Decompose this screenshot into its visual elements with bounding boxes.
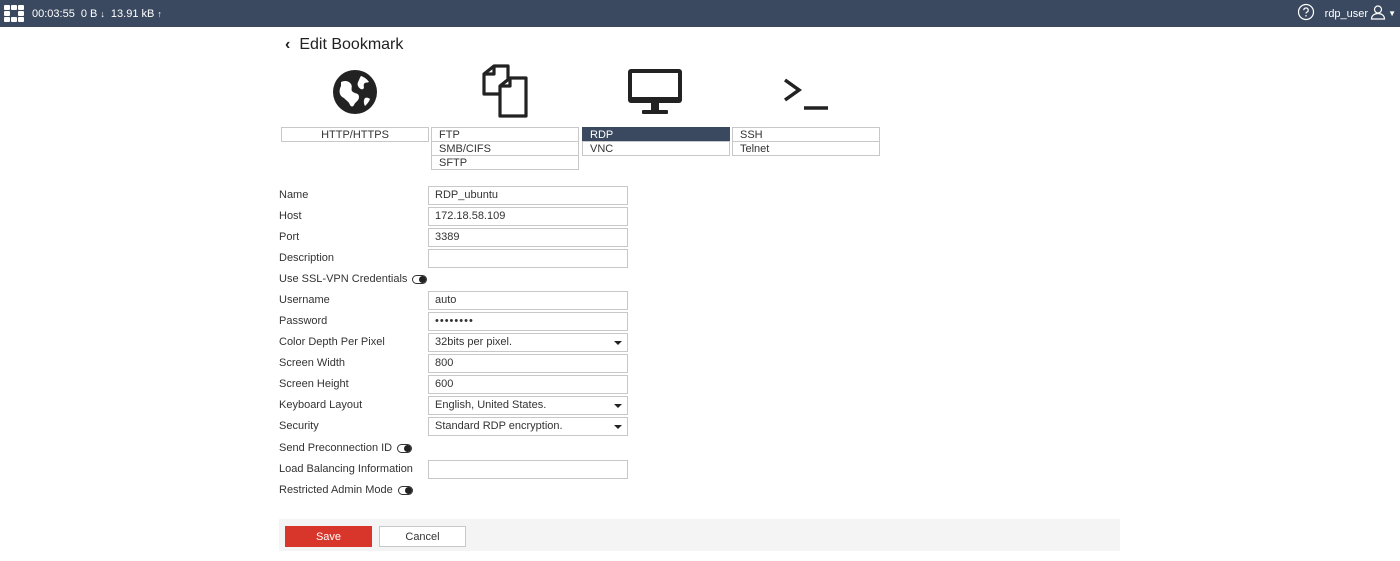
ssl-vpn-credentials-label: Use SSL-VPN Credentials bbox=[279, 273, 408, 285]
restricted-admin-row: Restricted Admin Mode bbox=[279, 481, 639, 501]
protocol-group-shell: SSH Telnet bbox=[732, 127, 880, 156]
security-label: Security bbox=[279, 420, 319, 432]
protocol-ssh[interactable]: SSH bbox=[732, 127, 880, 142]
name-row: Name RDP_ubuntu bbox=[279, 186, 639, 206]
load-balancing-label: Load Balancing Information bbox=[279, 463, 413, 475]
save-button[interactable]: Save bbox=[285, 526, 372, 547]
security-row: Security Standard RDP encryption. bbox=[279, 417, 639, 437]
preconnection-toggle[interactable] bbox=[397, 443, 413, 453]
name-label: Name bbox=[279, 189, 309, 201]
page-title: Edit Bookmark bbox=[299, 36, 404, 53]
globe-icon[interactable] bbox=[325, 62, 385, 122]
screen-width-input[interactable]: 800 bbox=[428, 354, 628, 373]
port-row: Port 3389 bbox=[279, 228, 639, 248]
port-label: Port bbox=[279, 231, 300, 243]
files-icon[interactable] bbox=[476, 62, 536, 122]
arrow-up-icon: ↑ bbox=[157, 8, 162, 19]
preconnection-row: Send Preconnection ID bbox=[279, 439, 639, 459]
keyboard-layout-label: Keyboard Layout bbox=[279, 399, 363, 411]
download-counter: 0 B ↓ bbox=[80, 7, 105, 20]
protocol-smb-cifs[interactable]: SMB/CIFS bbox=[431, 141, 579, 156]
port-input[interactable]: 3389 bbox=[428, 228, 628, 247]
screen-height-label: Screen Height bbox=[279, 378, 349, 390]
color-depth-label: Color Depth Per Pixel bbox=[279, 336, 385, 348]
user-menu[interactable]: rdp_user ▼ bbox=[1325, 4, 1396, 23]
ssl-vpn-credentials-row: Use SSL-VPN Credentials bbox=[279, 270, 639, 290]
name-input[interactable]: RDP_ubuntu bbox=[428, 186, 628, 205]
description-label: Description bbox=[279, 252, 335, 264]
restricted-admin-toggle[interactable] bbox=[397, 485, 413, 495]
color-depth-row: Color Depth Per Pixel 32bits per pixel. bbox=[279, 333, 639, 353]
ssl-vpn-credentials-toggle[interactable] bbox=[412, 274, 428, 284]
protocol-group-file: FTP SMB/CIFS SFTP bbox=[431, 127, 579, 170]
protocol-vnc[interactable]: VNC bbox=[582, 141, 730, 156]
preconnection-label: Send Preconnection ID bbox=[279, 442, 393, 454]
arrow-down-icon: ↓ bbox=[100, 8, 105, 19]
cancel-button[interactable]: Cancel bbox=[379, 526, 466, 547]
load-balancing-row: Load Balancing Information bbox=[279, 460, 639, 480]
protocol-telnet[interactable]: Telnet bbox=[732, 141, 880, 156]
protocol-http-https[interactable]: HTTP/HTTPS bbox=[281, 127, 429, 142]
form-actions: Save Cancel bbox=[279, 519, 1120, 551]
load-balancing-input[interactable] bbox=[428, 460, 628, 479]
password-label: Password bbox=[279, 315, 328, 327]
user-name: rdp_user bbox=[1324, 7, 1369, 20]
keyboard-layout-select[interactable]: English, United States. bbox=[428, 396, 628, 415]
protocol-sftp[interactable]: SFTP bbox=[431, 155, 579, 170]
keyboard-layout-row: Keyboard Layout English, United States. bbox=[279, 396, 639, 416]
protocol-group-web: HTTP/HTTPS bbox=[281, 127, 429, 142]
page-header: ‹ Edit Bookmark bbox=[285, 36, 403, 54]
color-depth-select[interactable]: 32bits per pixel. bbox=[428, 333, 628, 352]
restricted-admin-label: Restricted Admin Mode bbox=[279, 484, 393, 496]
security-select[interactable]: Standard RDP encryption. bbox=[428, 417, 628, 436]
fortinet-logo-icon bbox=[4, 5, 24, 22]
username-label: Username bbox=[279, 294, 330, 306]
screen-width-label: Screen Width bbox=[279, 357, 346, 369]
screen-width-row: Screen Width 800 bbox=[279, 354, 639, 374]
host-row: Host 172.18.58.109 bbox=[279, 207, 639, 227]
password-row: Password •••••••• bbox=[279, 312, 639, 332]
top-bar: 00:03:55 0 B ↓ 13.91 kB ↑ rdp_user ▼ bbox=[0, 0, 1400, 27]
terminal-icon[interactable] bbox=[776, 62, 836, 122]
username-input[interactable]: auto bbox=[428, 291, 628, 310]
monitor-icon[interactable] bbox=[625, 62, 685, 122]
host-input[interactable]: 172.18.58.109 bbox=[428, 207, 628, 226]
password-input[interactable]: •••••••• bbox=[428, 312, 628, 331]
username-row: Username auto bbox=[279, 291, 639, 311]
help-icon[interactable] bbox=[1297, 3, 1315, 24]
protocol-group-remote-desktop: RDP VNC bbox=[582, 127, 730, 156]
description-row: Description bbox=[279, 249, 639, 269]
chevron-left-icon[interactable]: ‹ bbox=[285, 36, 290, 54]
upload-counter: 13.91 kB ↑ bbox=[110, 7, 162, 20]
session-timer: 00:03:55 bbox=[32, 7, 75, 20]
host-label: Host bbox=[279, 210, 302, 222]
description-input[interactable] bbox=[428, 249, 628, 268]
user-icon bbox=[1370, 4, 1386, 23]
chevron-down-icon: ▼ bbox=[1388, 9, 1396, 18]
protocol-ftp[interactable]: FTP bbox=[431, 127, 579, 142]
protocol-rdp[interactable]: RDP bbox=[582, 127, 730, 142]
screen-height-row: Screen Height 600 bbox=[279, 375, 639, 395]
screen-height-input[interactable]: 600 bbox=[428, 375, 628, 394]
